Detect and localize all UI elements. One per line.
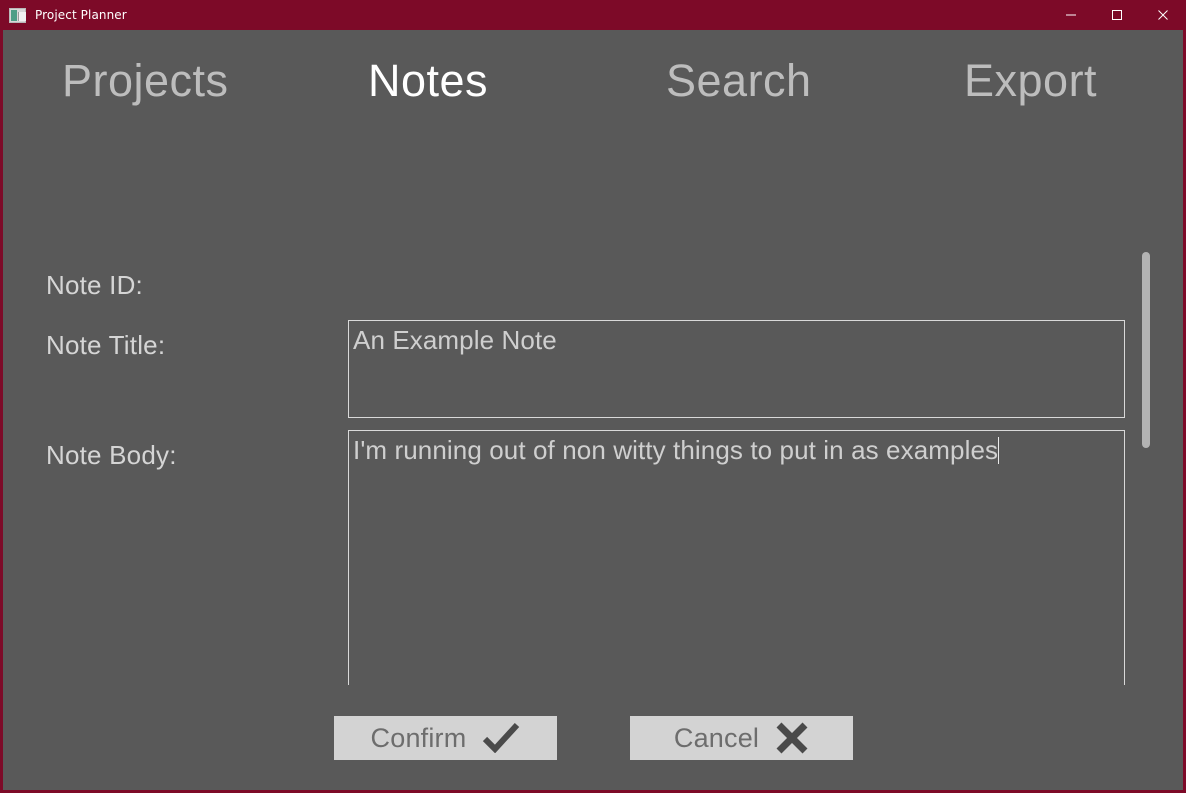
window-title: Project Planner <box>35 8 127 22</box>
note-title-input[interactable]: An Example Note <box>348 320 1125 418</box>
content-area: Projects Notes Search Export Note ID: No… <box>3 30 1183 790</box>
maximize-icon <box>1112 10 1122 20</box>
nav-tab-projects[interactable]: Projects <box>62 58 229 103</box>
nav-tab-export[interactable]: Export <box>964 58 1097 103</box>
note-body-value: I'm running out of non witty things to p… <box>353 435 999 465</box>
label-note-body: Note Body: <box>46 440 177 470</box>
nav-tab-notes[interactable]: Notes <box>368 58 488 103</box>
label-note-id: Note ID: <box>46 270 143 300</box>
confirm-button[interactable]: Confirm <box>334 716 557 760</box>
maximize-button[interactable] <box>1094 0 1140 30</box>
scrollbar-thumb[interactable] <box>1142 252 1150 448</box>
app-window-icon <box>9 7 26 23</box>
application-window: Project Planner Projects Notes Search Ex… <box>0 0 1186 793</box>
confirm-button-label: Confirm <box>370 722 467 753</box>
cross-icon <box>776 722 808 754</box>
note-body-input[interactable]: I'm running out of non witty things to p… <box>348 430 1125 685</box>
check-icon <box>483 723 520 753</box>
title-bar: Project Planner <box>0 0 1186 30</box>
window-controls <box>1048 0 1186 30</box>
navigation-bar: Projects Notes Search Export <box>3 30 1183 150</box>
nav-tab-search[interactable]: Search <box>666 58 812 103</box>
text-caret <box>998 437 1000 464</box>
cancel-button-label: Cancel <box>673 722 760 753</box>
cancel-button[interactable]: Cancel <box>630 716 853 760</box>
label-note-title: Note Title: <box>46 330 166 360</box>
minimize-icon <box>1066 14 1076 16</box>
close-button[interactable] <box>1140 0 1186 30</box>
close-icon <box>1158 10 1168 20</box>
note-title-value: An Example Note <box>353 325 557 355</box>
vertical-scrollbar[interactable] <box>1139 245 1153 685</box>
minimize-button[interactable] <box>1048 0 1094 30</box>
